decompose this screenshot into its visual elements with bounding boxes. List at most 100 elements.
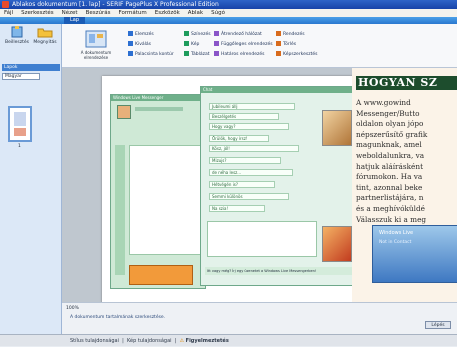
photo-top-right: [322, 110, 352, 146]
menu-bar: Fájl Szerkesztés Nézet Beszúrás Formátum…: [0, 9, 457, 17]
paste-icon: [11, 26, 23, 38]
status-line: [135, 107, 183, 111]
ribbon-button-4[interactable]: Színezés: [184, 31, 211, 38]
select-icon: [128, 41, 133, 46]
tab-image-properties[interactable]: Kép tulajdonságai: [127, 338, 172, 344]
document-canvas[interactable]: Windows Live Messenger Chat Jubileumi ál…: [62, 68, 457, 302]
ad-banner[interactable]: [129, 265, 193, 285]
layout-icon: [85, 30, 107, 48]
avatar: [117, 105, 131, 119]
magazine-page: HOGYAN SZ A www.gowind Messenger/Butto o…: [352, 68, 457, 302]
windows-live-ad: Windows Live Not in Contact: [372, 225, 457, 283]
menu-window[interactable]: Ablak: [188, 9, 203, 17]
arrange-document-label: A dokumentum elrendezése: [80, 50, 112, 60]
menu-file[interactable]: Fájl: [4, 9, 13, 17]
tab-style-properties[interactable]: Stílus tulajdonságai: [70, 338, 119, 344]
magazine-line: partnerlistájára, n: [356, 193, 424, 203]
ribbon-button-5[interactable]: Kép: [184, 41, 199, 48]
menu-edit[interactable]: Szerkesztés: [21, 9, 54, 17]
ribbon-label-4: Színezés: [191, 32, 211, 37]
menu-format[interactable]: Formátum: [119, 9, 147, 17]
ribbon: A dokumentum elrendezése Elemzés Kiválás…: [62, 24, 457, 68]
page-thumbnail[interactable]: [8, 106, 32, 142]
magazine-title: HOGYAN SZ: [356, 76, 457, 90]
analyze-icon: [128, 31, 133, 36]
zoom-level[interactable]: 100%: [66, 306, 79, 311]
chat-line-5: Kösz, jól!: [209, 145, 299, 152]
photo-bottom-right: [322, 226, 352, 262]
ribbon-label-9: Határos elrendezés: [221, 52, 265, 57]
ribbon-button-9[interactable]: Határos elrendezés: [214, 51, 264, 58]
menu-view[interactable]: Nézet: [62, 9, 78, 17]
ribbon-label-11: Törlés: [283, 42, 297, 47]
menu-insert[interactable]: Beszúrás: [86, 9, 111, 17]
magazine-line: magunknak, amel: [356, 140, 422, 150]
ribbon-button-11[interactable]: Törlés: [276, 41, 296, 48]
title-bar: Ablakos dokumentum [1. lap] - SERIF Page…: [0, 0, 457, 9]
color-icon: [184, 31, 189, 36]
thumbnail-content: [14, 112, 26, 126]
paste-label: Beillesztés: [5, 40, 29, 45]
sort-icon: [276, 31, 281, 36]
language-dropdown-value: Magyar: [5, 74, 22, 79]
status-panel: 100% A dokumentum tartalmának szerkeszté…: [62, 302, 457, 334]
paste-button[interactable]: Beillesztés: [4, 26, 30, 52]
menu-help[interactable]: Súgó: [211, 9, 225, 17]
ribbon-label-2: Kiválás: [135, 42, 151, 47]
ad-title: Windows Live: [379, 230, 414, 236]
ribbon-button-7[interactable]: Átrendező hálózat: [214, 31, 262, 38]
arrange-document-button[interactable]: A dokumentum elrendezése: [72, 30, 120, 60]
magazine-line: Válasszuk ki a meg: [356, 214, 427, 224]
tab-warning[interactable]: Figyelmeztetés: [186, 338, 229, 344]
ribbon-button-1[interactable]: Elemzés: [128, 31, 154, 38]
bottom-bar: Stílus tulajdonságai | Kép tulajdonságai…: [0, 334, 457, 346]
chat-line-1: Jubileumi állj: [209, 103, 295, 110]
ribbon-button-6[interactable]: Táblázat: [184, 51, 210, 58]
open-folder-icon: [37, 28, 53, 38]
messenger-a-title: Windows Live Messenger: [111, 95, 205, 101]
chat-line-8: Hétvégén is?: [209, 181, 275, 188]
ribbon-label-10: Rendezés: [283, 32, 305, 37]
window-title: Ablakos dokumentum [1. lap] - SERIF Page…: [12, 1, 219, 8]
chat-line-3: Hogy vagy?: [209, 123, 289, 130]
ribbon-button-8[interactable]: Függőleges elrendezés: [214, 41, 273, 48]
contour-icon: [128, 51, 133, 56]
magazine-line: tint, azonnal beke: [356, 182, 423, 192]
rearrange-icon: [214, 31, 219, 36]
chat-line-9: Semmi különös: [209, 193, 289, 200]
ribbon-button-12[interactable]: Képszerkesztés: [276, 51, 317, 58]
table-icon: [184, 51, 189, 56]
magazine-line: népszerűsítő grafik: [356, 129, 428, 139]
messenger-b-title: Chat: [201, 87, 355, 93]
magazine-line: és a meghívóküldé: [356, 203, 425, 213]
sidebar-icons: [115, 145, 125, 275]
magazine-text: A www.gowind Messenger/Butto oldalon oly…: [356, 98, 457, 225]
pages-panel-header: Lapok: [2, 64, 60, 71]
tab-lap[interactable]: Lap: [64, 17, 86, 24]
image-edit-icon: [276, 51, 281, 56]
ribbon-button-10[interactable]: Rendezés: [276, 31, 305, 38]
menu-tools[interactable]: Eszközök: [155, 9, 180, 17]
open-button[interactable]: Megnyitás: [32, 26, 58, 52]
image-icon: [184, 41, 189, 46]
chat-line-10: Na szia!: [209, 205, 265, 212]
magazine-line: fórumokon. Ha va: [356, 172, 423, 182]
chat-line-7: de néha lesz...: [209, 169, 293, 176]
ribbon-label-1: Elemzés: [135, 32, 154, 37]
ribbon-label-7: Átrendező hálózat: [221, 32, 262, 37]
contact-list[interactable]: [129, 145, 201, 255]
messenger-window-a[interactable]: Windows Live Messenger: [110, 94, 206, 289]
next-step-button[interactable]: Lépés: [425, 321, 451, 329]
magazine-line: hatjuk aláírásként: [356, 161, 424, 171]
ribbon-button-2[interactable]: Kiválás: [128, 41, 151, 48]
magazine-line: weboldalunkra, va: [356, 150, 425, 160]
app-logo-icon: [2, 1, 9, 8]
ribbon-button-3[interactable]: Palacsinta kontúr: [128, 51, 174, 58]
border-layout-icon: [214, 51, 219, 56]
language-dropdown[interactable]: Magyar: [2, 73, 40, 80]
ad-subtitle: Not in Contact: [379, 240, 412, 245]
left-panel: Beillesztés Megnyitás Lapok Magyar 1: [0, 24, 62, 334]
ribbon-label-6: Táblázat: [191, 52, 210, 57]
delete-icon: [276, 41, 281, 46]
message-input[interactable]: [207, 221, 317, 257]
